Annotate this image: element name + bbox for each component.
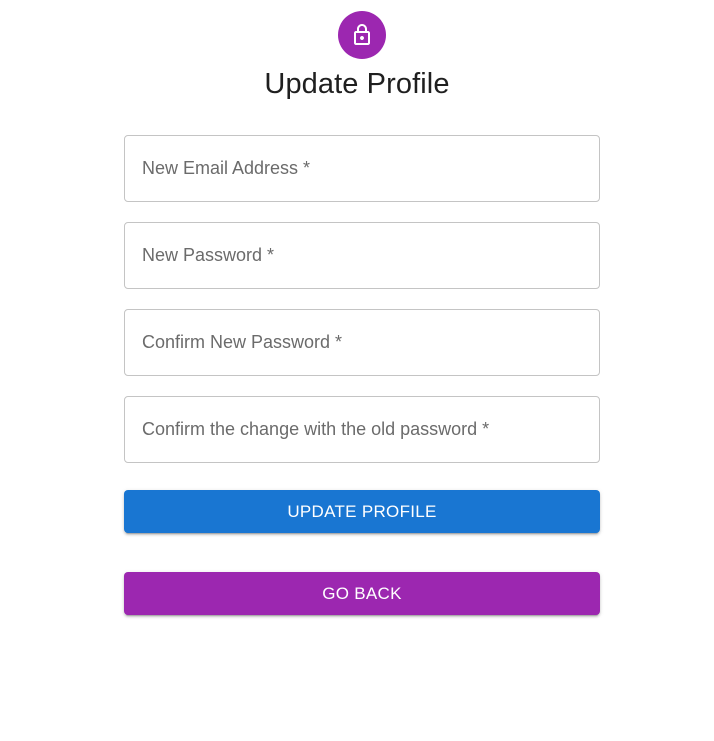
new-password-field[interactable] [125, 223, 599, 288]
avatar [338, 11, 386, 59]
update-profile-page: Update Profile UPDATE PROFILE GO BACK [0, 0, 714, 741]
update-profile-form [124, 135, 600, 483]
old-password-field[interactable] [125, 397, 599, 462]
new-email-field[interactable] [125, 136, 599, 201]
update-profile-button[interactable]: UPDATE PROFILE [124, 490, 600, 533]
email-field-container [124, 135, 600, 202]
password-field-container [124, 222, 600, 289]
lock-icon [354, 24, 370, 45]
confirm-password-field-container [124, 309, 600, 376]
old-password-field-container [124, 396, 600, 463]
go-back-button[interactable]: GO BACK [124, 572, 600, 615]
page-title: Update Profile [264, 68, 450, 100]
confirm-new-password-field[interactable] [125, 310, 599, 375]
